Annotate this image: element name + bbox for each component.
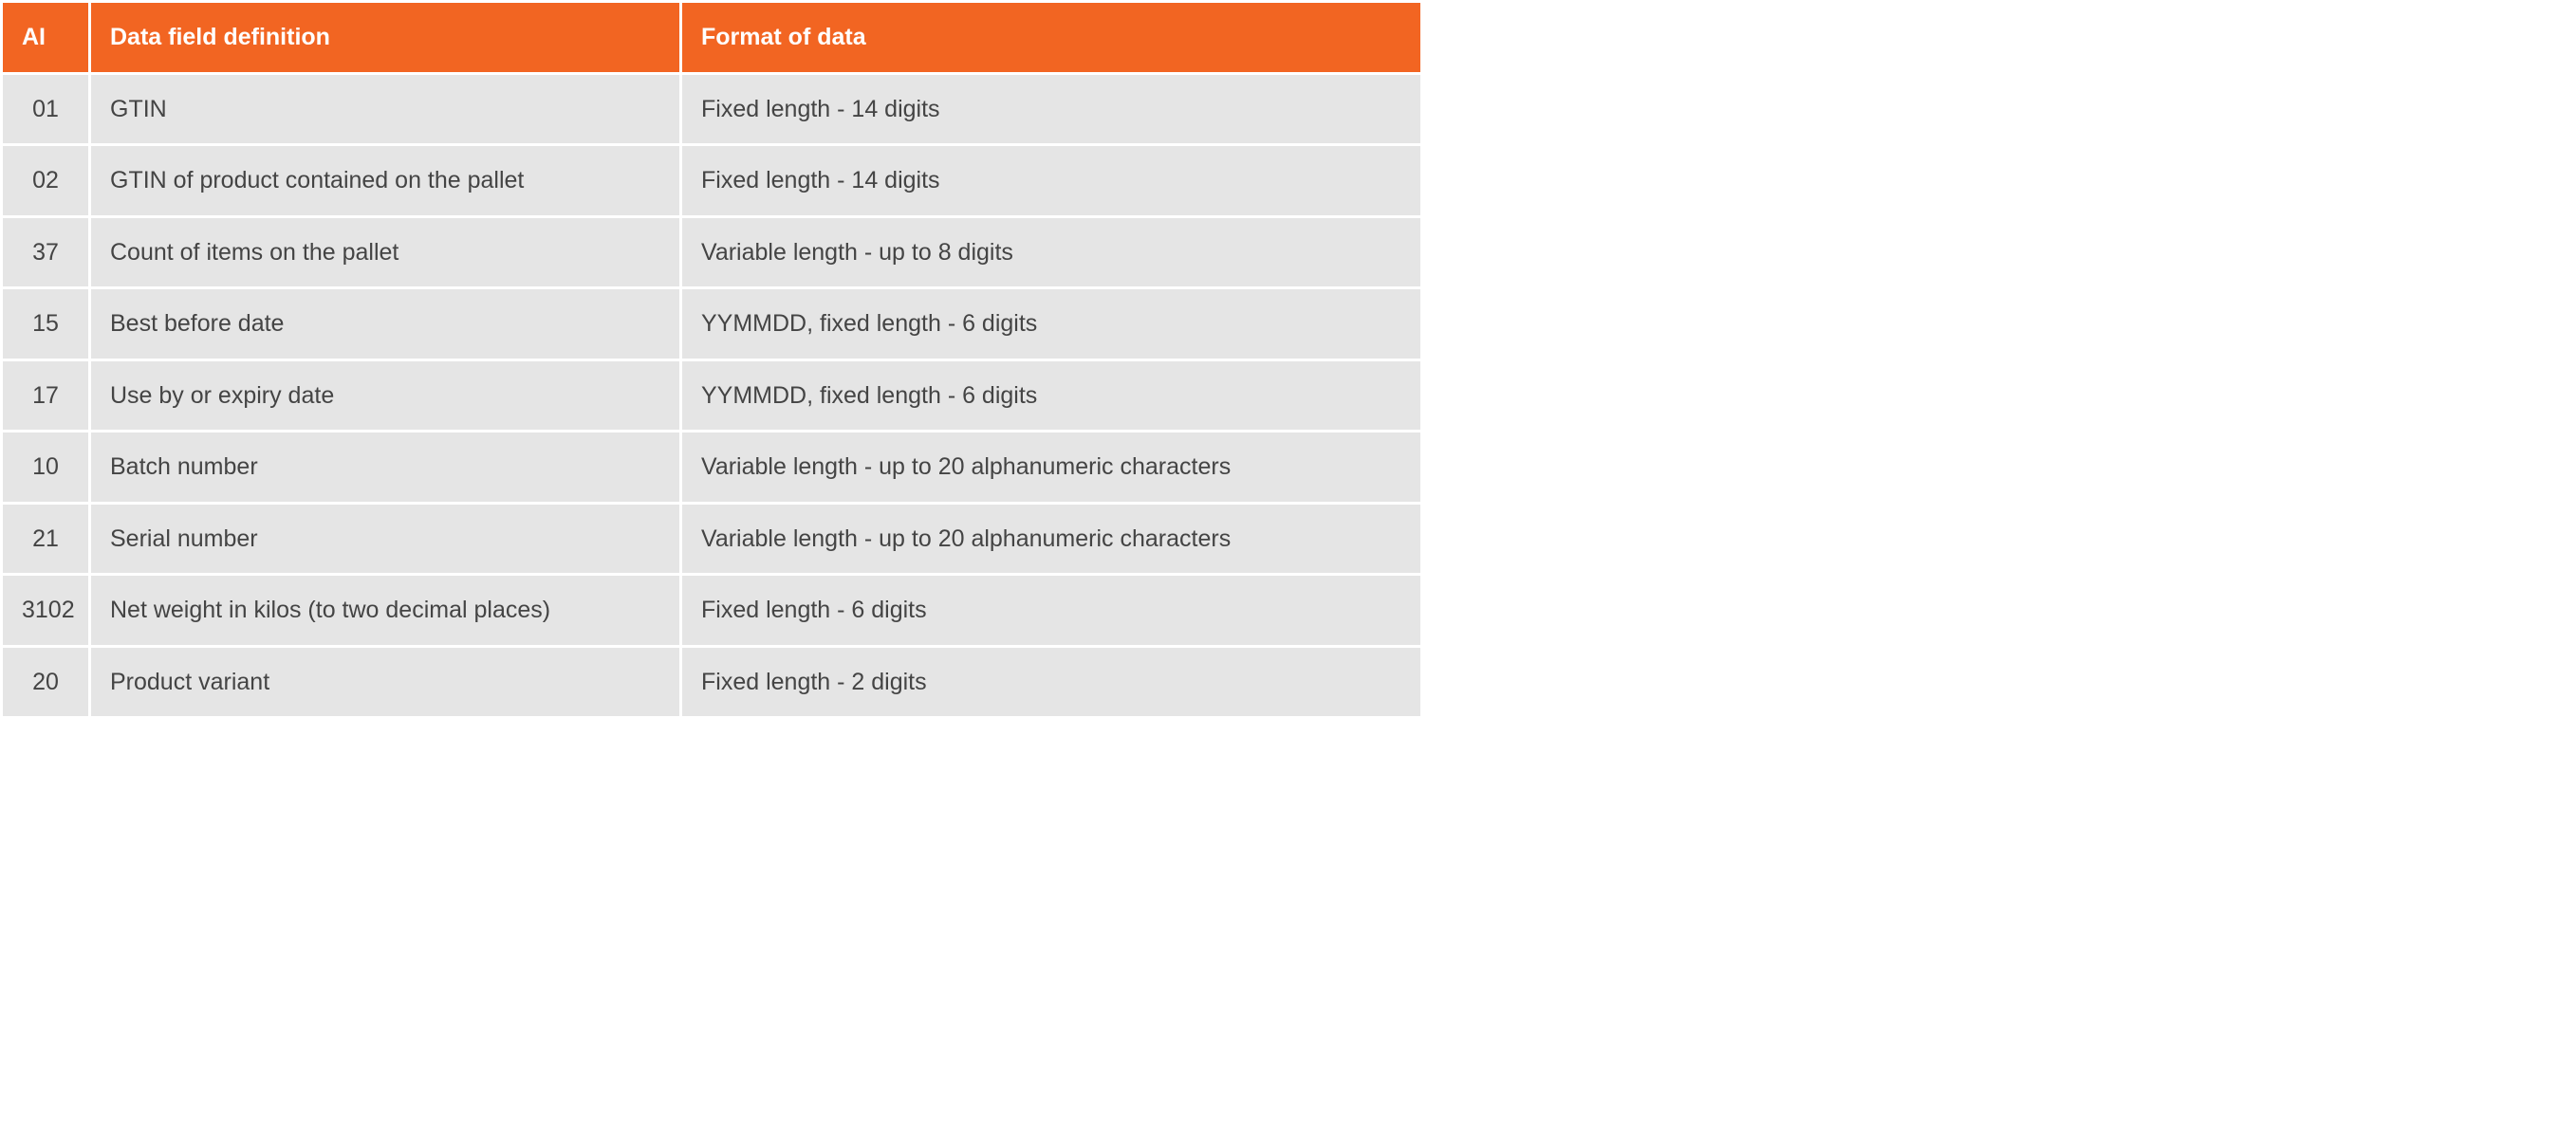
- table-row: 20 Product variant Fixed length - 2 digi…: [3, 648, 1420, 717]
- header-format: Format of data: [682, 3, 1420, 72]
- cell-format: Fixed length - 14 digits: [682, 75, 1420, 144]
- cell-definition: Count of items on the pallet: [91, 218, 679, 287]
- cell-definition: Product variant: [91, 648, 679, 717]
- cell-ai: 02: [3, 146, 88, 215]
- cell-ai: 37: [3, 218, 88, 287]
- table-row: 17 Use by or expiry date YYMMDD, fixed l…: [3, 361, 1420, 431]
- cell-format: Fixed length - 2 digits: [682, 648, 1420, 717]
- cell-format: YYMMDD, fixed length - 6 digits: [682, 289, 1420, 359]
- table-row: 3102 Net weight in kilos (to two decimal…: [3, 576, 1420, 645]
- cell-definition: Serial number: [91, 505, 679, 574]
- table-header-row: AI Data field definition Format of data: [3, 3, 1420, 72]
- cell-format: Variable length - up to 8 digits: [682, 218, 1420, 287]
- cell-ai: 3102: [3, 576, 88, 645]
- header-definition: Data field definition: [91, 3, 679, 72]
- cell-definition: GTIN: [91, 75, 679, 144]
- cell-ai: 21: [3, 505, 88, 574]
- cell-ai: 15: [3, 289, 88, 359]
- cell-definition: Best before date: [91, 289, 679, 359]
- cell-definition: Use by or expiry date: [91, 361, 679, 431]
- table-row: 10 Batch number Variable length - up to …: [3, 432, 1420, 502]
- cell-ai: 01: [3, 75, 88, 144]
- cell-ai: 10: [3, 432, 88, 502]
- cell-format: Fixed length - 6 digits: [682, 576, 1420, 645]
- cell-ai: 20: [3, 648, 88, 717]
- cell-format: Fixed length - 14 digits: [682, 146, 1420, 215]
- table-row: 02 GTIN of product contained on the pall…: [3, 146, 1420, 215]
- cell-format: YYMMDD, fixed length - 6 digits: [682, 361, 1420, 431]
- cell-format: Variable length - up to 20 alphanumeric …: [682, 505, 1420, 574]
- cell-definition: Batch number: [91, 432, 679, 502]
- table-row: 15 Best before date YYMMDD, fixed length…: [3, 289, 1420, 359]
- table-row: 37 Count of items on the pallet Variable…: [3, 218, 1420, 287]
- cell-definition: Net weight in kilos (to two decimal plac…: [91, 576, 679, 645]
- table-row: 01 GTIN Fixed length - 14 digits: [3, 75, 1420, 144]
- cell-ai: 17: [3, 361, 88, 431]
- ai-table: AI Data field definition Format of data …: [0, 0, 1423, 719]
- table-row: 21 Serial number Variable length - up to…: [3, 505, 1420, 574]
- ai-table-container: AI Data field definition Format of data …: [0, 0, 1423, 719]
- cell-definition: GTIN of product contained on the pallet: [91, 146, 679, 215]
- header-ai: AI: [3, 3, 88, 72]
- cell-format: Variable length - up to 20 alphanumeric …: [682, 432, 1420, 502]
